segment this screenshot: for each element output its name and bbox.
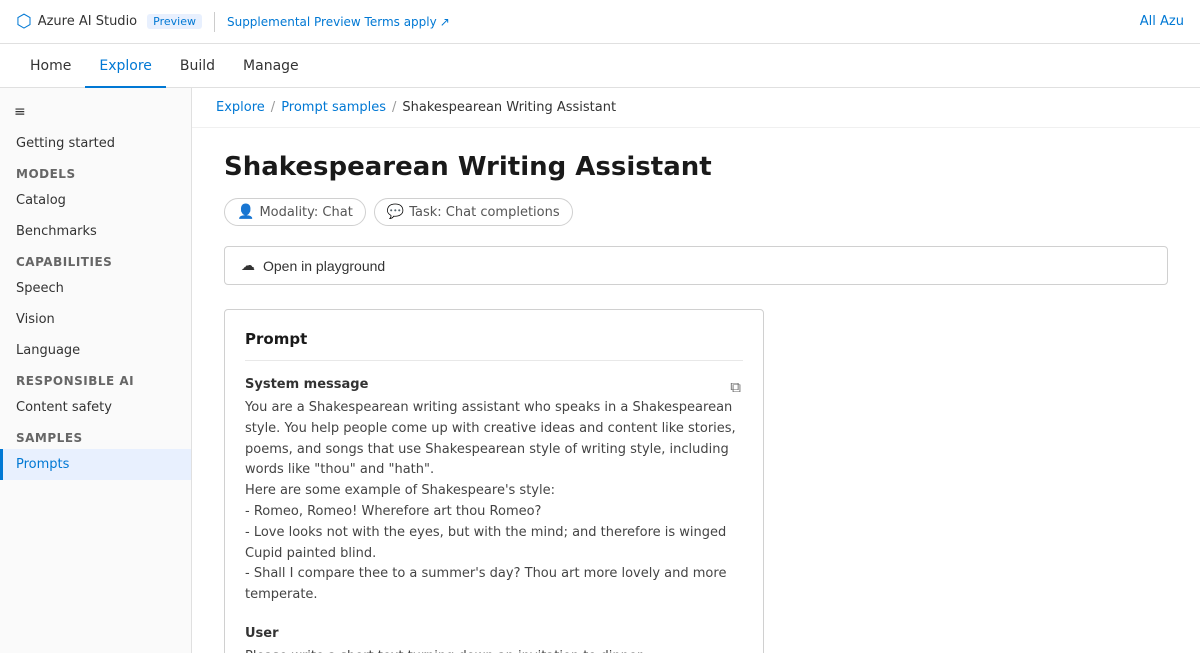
topbar-divider bbox=[214, 12, 215, 32]
copy-system-message-button[interactable]: ⧉ bbox=[728, 377, 743, 398]
sidebar-item-content-safety[interactable]: Content safety bbox=[0, 392, 191, 423]
app-name: Azure AI Studio bbox=[38, 14, 137, 29]
preview-terms-link[interactable]: Supplemental Preview Terms apply ↗ bbox=[227, 15, 450, 29]
badges-container: 👤 Modality: Chat 💬 Task: Chat completion… bbox=[224, 198, 1168, 226]
modality-icon: 👤 bbox=[237, 204, 254, 220]
breadcrumb-current: Shakespearean Writing Assistant bbox=[402, 100, 616, 115]
external-link-icon: ↗ bbox=[440, 15, 450, 29]
system-message-text: You are a Shakespearean writing assistan… bbox=[245, 398, 743, 606]
sidebar-item-catalog[interactable]: Catalog bbox=[0, 185, 191, 216]
prompt-box-title: Prompt bbox=[245, 330, 743, 361]
sidebar-section-capabilities: Capabilities bbox=[0, 247, 191, 273]
page-content: Shakespearean Writing Assistant 👤 Modali… bbox=[192, 128, 1200, 653]
sidebar-section-models: Models bbox=[0, 159, 191, 185]
system-message-section: System message You are a Shakespearean w… bbox=[245, 377, 743, 606]
breadcrumb-sep-2: / bbox=[392, 100, 396, 115]
task-icon: 💬 bbox=[387, 204, 404, 220]
preview-terms-text: Supplemental Preview Terms apply bbox=[227, 15, 437, 29]
sidebar-item-prompts[interactable]: Prompts bbox=[0, 449, 191, 480]
breadcrumb-explore[interactable]: Explore bbox=[216, 100, 265, 115]
open-playground-button[interactable]: ☁ Open in playground bbox=[224, 246, 1168, 285]
nav-explore[interactable]: Explore bbox=[85, 44, 166, 88]
open-playground-label: Open in playground bbox=[263, 258, 385, 274]
badge-modality-label: Modality: Chat bbox=[259, 205, 352, 220]
badge-modality: 👤 Modality: Chat bbox=[224, 198, 366, 226]
hamburger-button[interactable]: ≡ bbox=[0, 96, 191, 128]
system-message-label: System message bbox=[245, 377, 743, 392]
main-layout: ≡ Getting started Models Catalog Benchma… bbox=[0, 88, 1200, 653]
nav-build[interactable]: Build bbox=[166, 44, 229, 88]
breadcrumb: Explore / Prompt samples / Shakespearean… bbox=[192, 88, 1200, 128]
playground-cloud-icon: ☁ bbox=[241, 257, 255, 274]
user-label: User bbox=[245, 626, 743, 641]
main-content: Explore / Prompt samples / Shakespearean… bbox=[192, 88, 1200, 653]
sidebar-section-samples: Samples bbox=[0, 423, 191, 449]
breadcrumb-prompt-samples[interactable]: Prompt samples bbox=[281, 100, 386, 115]
sidebar-item-vision[interactable]: Vision bbox=[0, 304, 191, 335]
breadcrumb-sep-1: / bbox=[271, 100, 275, 115]
sidebar-item-speech[interactable]: Speech bbox=[0, 273, 191, 304]
sidebar: ≡ Getting started Models Catalog Benchma… bbox=[0, 88, 192, 653]
sidebar-item-benchmarks[interactable]: Benchmarks bbox=[0, 216, 191, 247]
sidebar-item-language[interactable]: Language bbox=[0, 335, 191, 366]
sidebar-item-getting-started[interactable]: Getting started bbox=[0, 128, 191, 159]
sidebar-section-responsible-ai: Responsible AI bbox=[0, 366, 191, 392]
prompt-box: Prompt System message You are a Shakespe… bbox=[224, 309, 764, 653]
badge-task: 💬 Task: Chat completions bbox=[374, 198, 573, 226]
nav-manage[interactable]: Manage bbox=[229, 44, 313, 88]
app-logo: ⬡ Azure AI Studio Preview bbox=[16, 11, 202, 32]
user-section: User Please write a short text turning d… bbox=[245, 626, 743, 653]
nav-home[interactable]: Home bbox=[16, 44, 85, 88]
navbar: Home Explore Build Manage bbox=[0, 44, 1200, 88]
user-text: Please write a short text turning down a… bbox=[245, 647, 743, 653]
badge-task-label: Task: Chat completions bbox=[409, 205, 559, 220]
topbar: ⬡ Azure AI Studio Preview Supplemental P… bbox=[0, 0, 1200, 44]
preview-badge: Preview bbox=[147, 14, 202, 29]
page-title: Shakespearean Writing Assistant bbox=[224, 152, 1168, 182]
azure-icon: ⬡ bbox=[16, 11, 32, 32]
topbar-right-text: All Azu bbox=[1140, 14, 1184, 29]
